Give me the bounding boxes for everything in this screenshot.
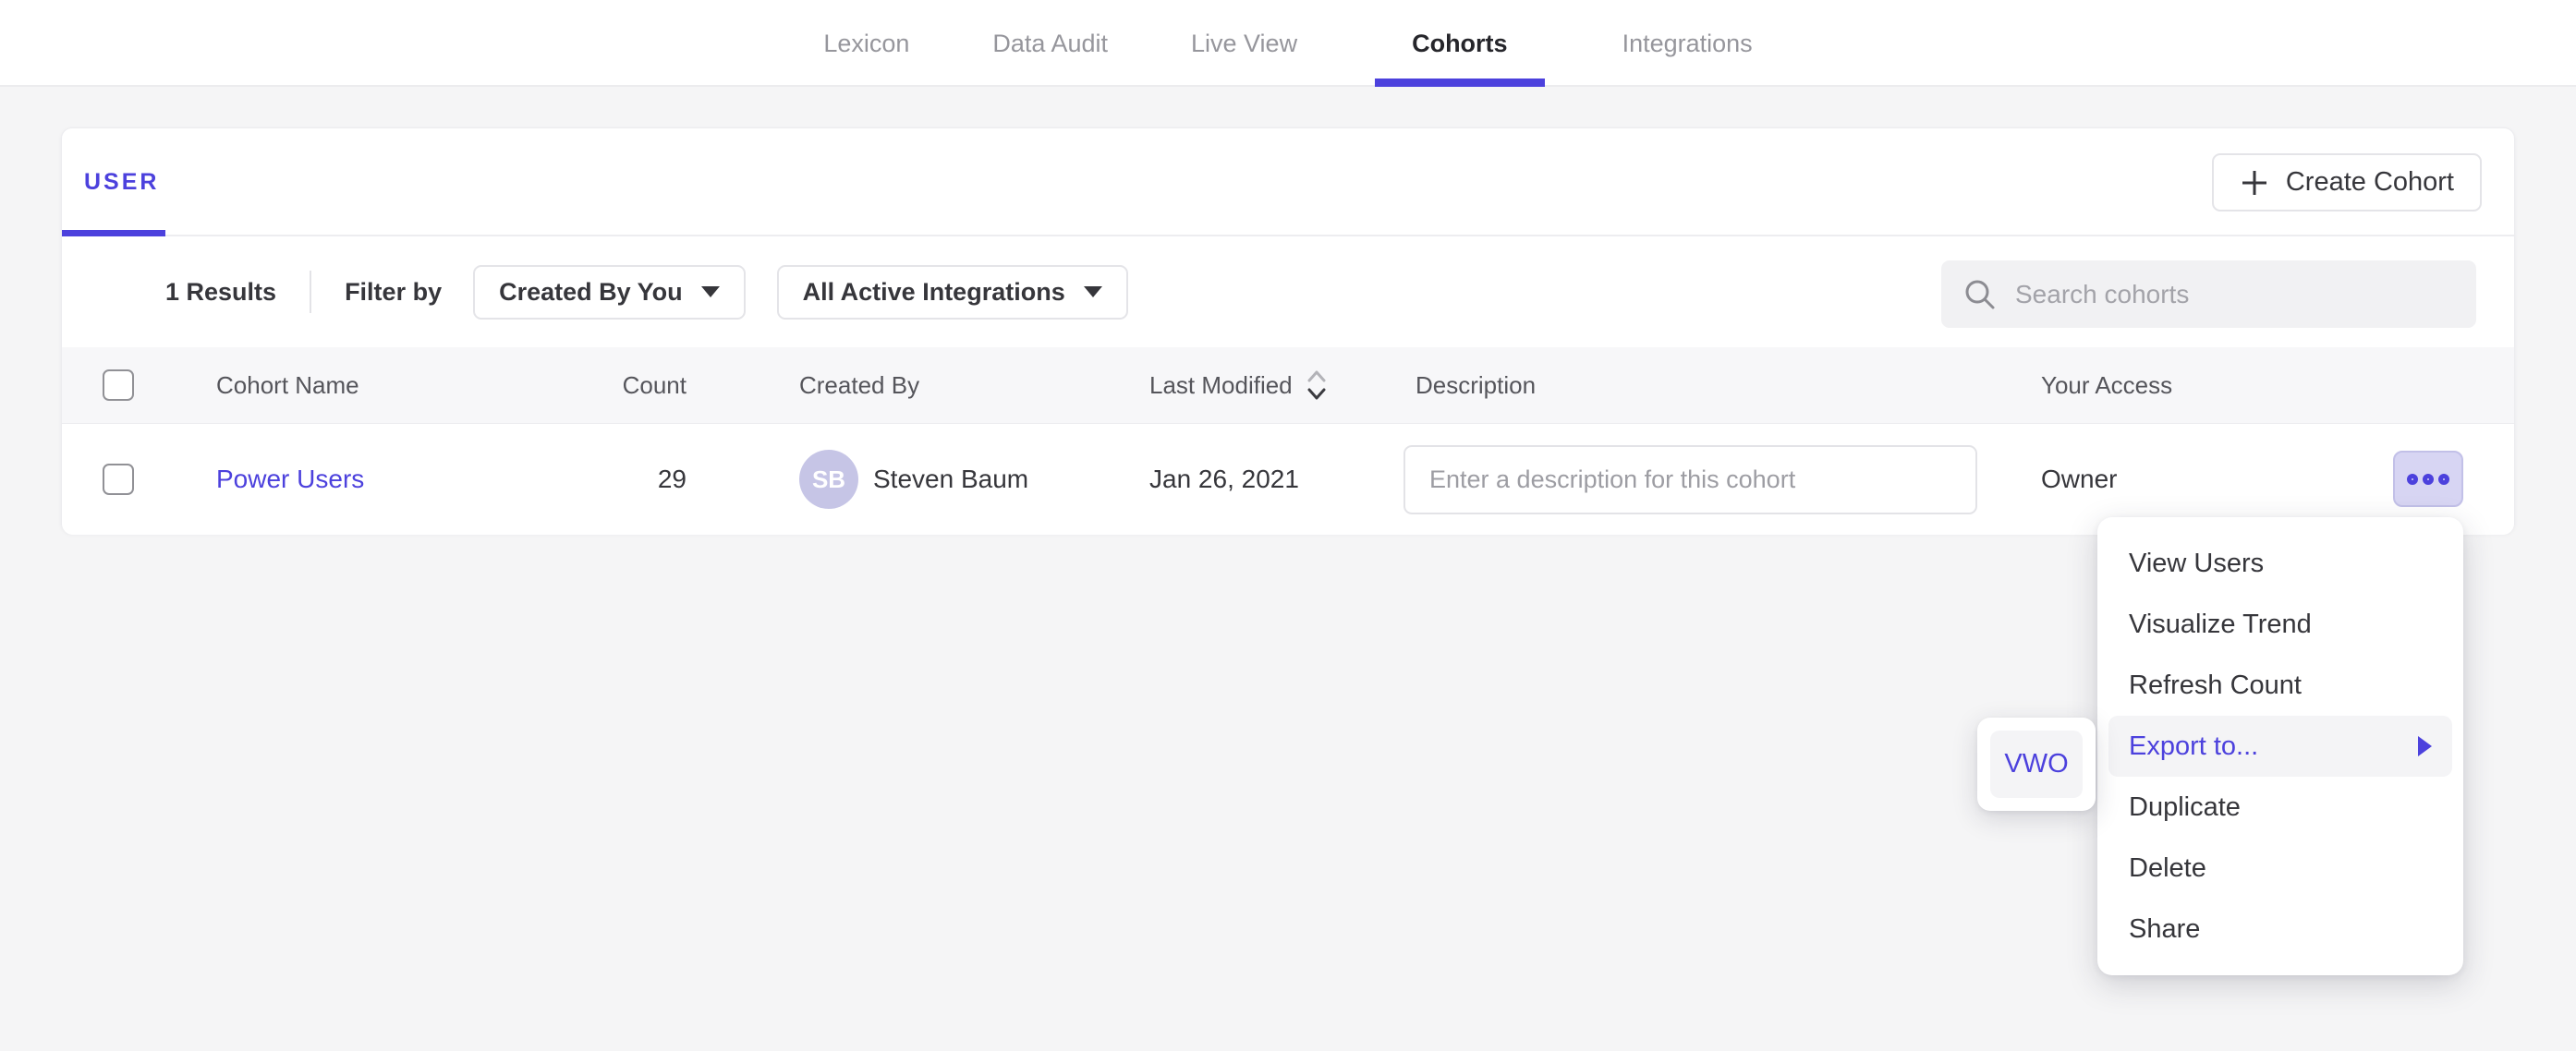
avatar: SB (799, 450, 858, 509)
created-by-filter-dropdown[interactable]: Created By You (473, 265, 746, 320)
select-all-checkbox[interactable] (103, 369, 134, 401)
menu-item-view-users[interactable]: View Users (2097, 533, 2463, 594)
cohort-name-link[interactable]: Power Users (216, 465, 364, 494)
row-checkbox[interactable] (103, 464, 134, 495)
results-count: 1 Results (165, 278, 276, 307)
nav-tab-data-audit[interactable]: Data Audit (987, 0, 1113, 87)
created-by-name: Steven Baum (873, 465, 1028, 494)
cohort-table-header: Cohort Name Count Created By Last Modifi… (62, 347, 2514, 424)
ellipsis-icon (2438, 474, 2449, 485)
row-actions-button[interactable] (2393, 451, 2463, 507)
vertical-divider (310, 271, 311, 313)
search-cohorts-input[interactable] (2015, 280, 2454, 309)
search-cohorts-box (1941, 260, 2476, 328)
plus-icon (2240, 168, 2269, 198)
row-actions-menu: View Users Visualize Trend Refresh Count… (2097, 517, 2463, 975)
ellipsis-icon (2407, 474, 2418, 485)
menu-item-refresh-count[interactable]: Refresh Count (2097, 655, 2463, 716)
tab-user-active-underline (62, 230, 165, 236)
created-by-cell: SB Steven Baum (799, 424, 1028, 535)
ellipsis-icon (2423, 474, 2434, 485)
menu-item-export-to-label: Export to... (2129, 731, 2258, 762)
integrations-filter-label: All Active Integrations (803, 278, 1065, 307)
integrations-filter-dropdown[interactable]: All Active Integrations (777, 265, 1128, 320)
cohort-count: 29 (524, 424, 687, 535)
header-description: Description (1416, 347, 1536, 423)
panel-tabs-row: USER Create Cohort (62, 128, 2514, 236)
menu-item-visualize-trend[interactable]: Visualize Trend (2097, 594, 2463, 655)
header-count: Count (524, 347, 687, 423)
chevron-down-icon (701, 286, 720, 297)
header-last-modified[interactable]: Last Modified (1149, 347, 1328, 423)
filter-bar: 1 Results Filter by Created By You All A… (62, 236, 2514, 347)
menu-item-delete[interactable]: Delete (2097, 838, 2463, 899)
chevron-down-icon (1084, 286, 1102, 297)
export-submenu: VWO (1977, 718, 2096, 811)
menu-item-share[interactable]: Share (2097, 899, 2463, 960)
header-created-by: Created By (799, 347, 919, 423)
create-cohort-button[interactable]: Create Cohort (2212, 153, 2482, 211)
nav-tab-lexicon[interactable]: Lexicon (818, 0, 915, 87)
menu-item-export-to[interactable]: Export to... (2108, 716, 2452, 777)
header-last-modified-label: Last Modified (1149, 371, 1293, 400)
submenu-item-vwo[interactable]: VWO (1990, 731, 2083, 798)
nav-tab-cohorts[interactable]: Cohorts (1375, 0, 1545, 87)
create-cohort-label: Create Cohort (2286, 167, 2454, 198)
header-cohort-name: Cohort Name (216, 347, 359, 423)
header-your-access: Your Access (2041, 347, 2172, 423)
nav-tab-live-view[interactable]: Live View (1185, 0, 1303, 87)
created-by-filter-label: Created By You (499, 278, 683, 307)
top-navigation: Lexicon Data Audit Live View Cohorts Int… (0, 0, 2576, 87)
last-modified-date: Jan 26, 2021 (1149, 424, 1299, 535)
search-icon (1963, 278, 1997, 311)
sort-icon[interactable] (1306, 368, 1328, 403)
description-input[interactable] (1403, 445, 1977, 514)
nav-tab-integrations[interactable]: Integrations (1617, 0, 1758, 87)
cohorts-panel: USER Create Cohort 1 Results Filter by C… (61, 127, 2515, 534)
filter-by-label: Filter by (345, 278, 442, 307)
menu-item-duplicate[interactable]: Duplicate (2097, 777, 2463, 838)
tab-user[interactable]: USER (84, 169, 159, 196)
submenu-arrow-icon (2418, 736, 2432, 756)
